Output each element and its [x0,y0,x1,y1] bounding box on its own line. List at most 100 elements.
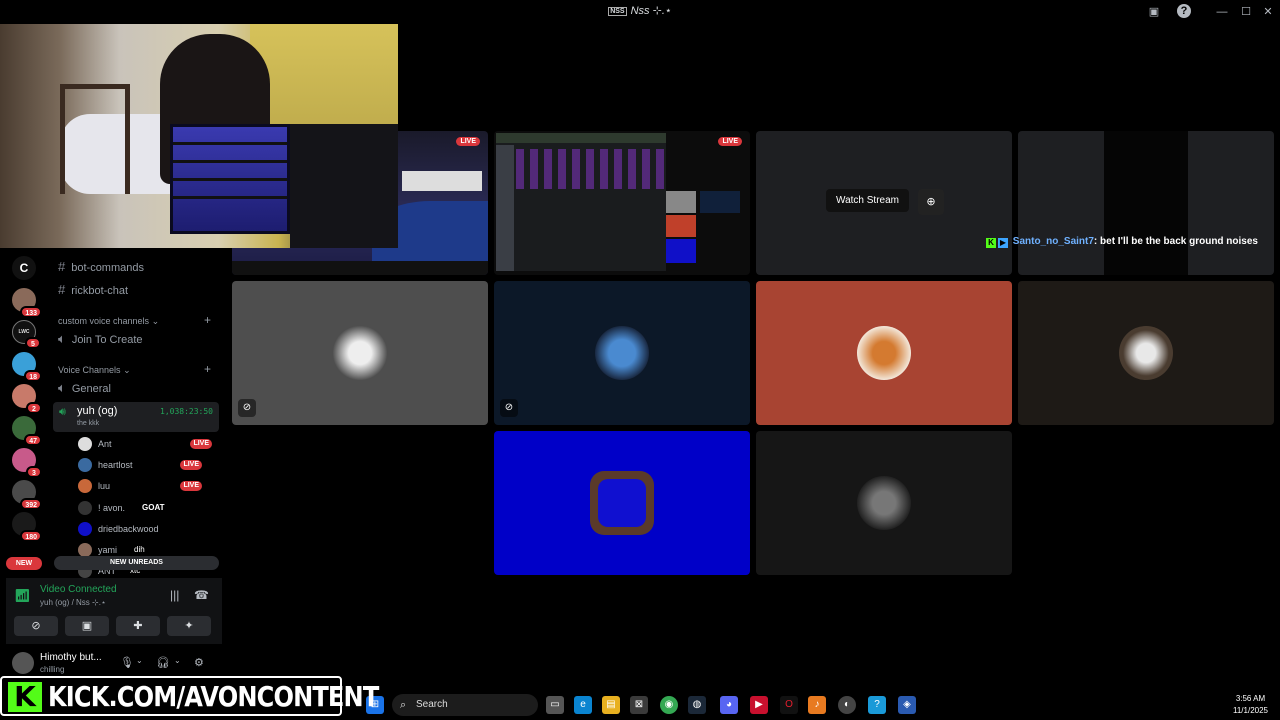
title-bar: NSS Nss ⊹.⋆ ▣ ? — ☐ ✕ [0,0,1280,24]
maximize-icon[interactable]: ☐ [1238,4,1254,20]
steam-icon[interactable]: ◍ [688,696,706,714]
participant-tile-5[interactable] [494,431,750,575]
stream-tile-4[interactable] [1018,131,1274,275]
app-icon[interactable]: ▶ [750,696,768,714]
server-icon[interactable]: 47 [12,416,42,446]
opera-gx-icon[interactable]: O [780,696,798,714]
server-icon[interactable]: 3 [12,448,42,478]
voice-join-to-create[interactable]: 🔈︎ Join To Create [58,329,143,349]
taskbar-clock[interactable]: 3:56 AM 11/1/2025 [1233,693,1268,717]
stream-preview-shape [700,191,740,213]
channel-sidebar: # bot-commands # rickbot-chat custom voice… [48,248,224,578]
soundboard-button[interactable]: ✦ [167,616,211,636]
chevron-down-icon[interactable]: ⌄ [136,656,143,665]
add-channel-icon[interactable]: + [204,362,211,376]
voice-member[interactable]: luu LIVE [78,477,218,495]
stream-preview-shape [666,191,696,213]
server-icon-c[interactable]: C [12,256,36,280]
unread-badge: 180 [20,530,42,542]
participant-avatar [1119,326,1173,380]
fl-studio-icon[interactable]: ♪ [808,696,826,714]
search-icon: ⌕ [400,699,407,711]
kick-icon: K [986,238,996,248]
live-badge: LIVE [456,137,480,146]
taskbar-search[interactable]: ⌕ Search [392,694,538,716]
participant-tile-6[interactable] [756,431,1012,575]
chrome-icon[interactable]: ◉ [660,696,678,714]
server-icon[interactable]: 180 [12,512,42,542]
speaker-icon: 🔊︎ [59,406,66,418]
server-icon[interactable]: 392 [12,480,42,510]
voice-member[interactable]: Ant LIVE [78,435,218,453]
voice-general[interactable]: 🔈︎ General [58,378,111,398]
settings-gear-icon[interactable]: ⚙ [194,656,204,669]
server-icon[interactable]: 2 [12,384,42,414]
voice-member[interactable]: heartlost LIVE [78,456,218,474]
store-icon[interactable]: ⊠ [630,696,648,714]
server-icon-lwc[interactable]: LWC 5 [12,320,41,349]
watch-stream-button[interactable]: Watch Stream [826,189,909,212]
voice-member[interactable]: driedbackwood [78,520,218,538]
task-view-icon[interactable]: ▭ [546,696,564,714]
muted-icon: ⊘ [500,399,518,417]
help-icon[interactable]: ? [1177,4,1191,18]
webcam-drawer [170,124,290,234]
add-channel-icon[interactable]: + [204,313,211,327]
avatar [78,458,92,472]
camera-toggle-button[interactable]: ⊘ [14,616,58,636]
voice-member[interactable]: ! avon. GOAT [78,499,218,517]
activities-button[interactable]: ✚ [116,616,160,636]
server-icon[interactable]: 133 [12,288,42,318]
voice-status[interactable]: Video Connected [40,584,117,595]
daw-window [496,133,666,271]
server-icon[interactable]: 18 [12,352,42,382]
disconnect-icon[interactable]: ☎ [194,588,209,602]
participant-tile-2[interactable]: ⊘ [494,281,750,425]
avatar[interactable] [12,652,34,674]
new-servers-pill[interactable]: NEW [6,557,42,570]
app-icon[interactable]: ◈ [898,696,916,714]
unread-badge: 18 [24,370,42,382]
kick-url: KICK.COM/AVONCONTENT [48,680,379,713]
stream-tile-3[interactable]: Watch Stream ⊕ [756,131,1012,275]
app-icon[interactable]: ? [868,696,886,714]
stream-preview-shape [1104,131,1188,275]
obs-icon[interactable]: ◐ [838,696,856,714]
close-icon[interactable]: ✕ [1260,4,1276,20]
voice-location[interactable]: yuh (og) / Nss ⊹.⋆ [40,598,106,607]
unread-badge: 47 [24,434,42,446]
discord-icon[interactable]: ◕ [720,696,738,714]
stream-hud [232,261,488,275]
avatar [78,543,92,557]
speaker-icon: 🔈︎ [58,331,66,346]
participant-tile-4[interactable] [1018,281,1274,425]
category-custom-voice[interactable]: custom voice channels ⌄ + [58,313,211,327]
minimize-icon[interactable]: — [1214,4,1230,20]
channel-rickbot-chat[interactable]: # rickbot-chat [58,280,128,300]
username[interactable]: Himothy but... [40,652,102,663]
unread-badge: 133 [20,306,42,318]
new-unreads-pill[interactable]: NEW UNREADS [54,556,219,570]
participant-tile-1[interactable]: ⊘ [232,281,488,425]
share-screen-button[interactable]: ▣ [65,616,109,636]
microphone-icon[interactable]: 🎙︎ [120,656,134,669]
webcam-bed-frame [60,84,130,194]
stream-preview-shape [402,171,482,191]
channel-bot-commands[interactable]: # bot-commands [58,257,144,277]
category-voice-channels[interactable]: Voice Channels ⌄ + [58,362,211,376]
signal-icon[interactable]: 📶︎ [14,588,34,608]
voice-channel-active[interactable]: 🔊︎ yuh (og) the kkk 1,038:23:50 [53,402,219,432]
participant-avatar [857,476,911,530]
popout-icon[interactable]: ⊕ [918,189,944,215]
file-explorer-icon[interactable]: ▤ [602,696,620,714]
edge-icon[interactable]: e [574,696,592,714]
headphones-icon[interactable]: 🎧︎ [156,656,170,669]
voice-connection-panel: 📶︎ Video Connected yuh (og) / Nss ⊹.⋆ ||… [6,578,222,644]
stream-tile-2[interactable]: LIVE [494,131,750,275]
daw-browser [496,145,514,271]
inbox-icon[interactable]: ▣ [1146,4,1162,20]
noise-suppression-icon[interactable]: ||| [170,588,179,602]
windows-taskbar: ⊞ ⌕ Search ▭ e ▤ ⊠ ◉ ◍ ◕ ▶ O ♪ ◐ ? ◈ 3:56… [342,690,1280,720]
chevron-down-icon[interactable]: ⌄ [174,656,181,665]
participant-tile-3[interactable] [756,281,1012,425]
